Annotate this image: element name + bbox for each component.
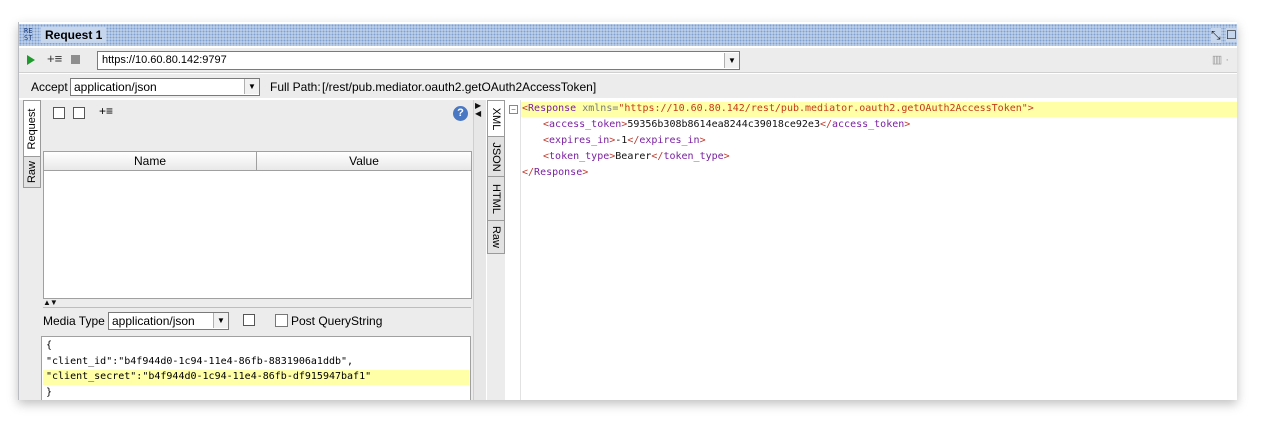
full-path-value: [/rest/pub.mediator.oauth2.getOAuth2Acce… [322,80,597,94]
media-type-value: application/json [112,314,195,328]
post-querystring-label: Post QueryString [291,314,383,328]
help-icon[interactable]: ? [453,106,468,121]
xml-root-close: </Response> [522,167,589,178]
expand-arrows-icon[interactable]: ▶ ◀ [475,102,481,118]
accept-label: Accept [31,80,68,94]
collapse-node-icon[interactable]: − [509,105,518,114]
params-toolbar: +≡ [47,104,471,124]
xml-root-open: <Response xmlns="https://10.60.80.142/re… [522,103,1034,114]
body-line: } [46,387,53,398]
stop-icon[interactable] [71,55,80,64]
title-bar[interactable]: RE ST Request 1 ⤡ ☐ [19,24,1237,46]
body-line: "client_secret":"b4f944d0-1c94-11e4-86fb… [46,371,372,382]
column-header-value[interactable]: Value [257,152,471,171]
body-line: { [46,340,53,351]
media-type-label: Media Type [43,314,105,328]
rest-icon: RE ST [24,27,33,42]
maximize-icon[interactable]: ☐ [1226,28,1237,42]
tab-raw-response[interactable]: Raw [487,220,505,254]
accept-bar: Accept application/json ▼ Full Path: [/r… [19,74,1237,98]
endpoint-url-value: https://10.60.80.142:9797 [102,54,227,66]
chevron-down-icon[interactable]: ▼ [244,79,259,94]
response-xml-view[interactable]: − <Response xmlns="https://10.60.80.142/… [507,100,1237,400]
request-panel: Request Raw +≡ ? Name Value ▲▼ Media Typ… [19,100,473,400]
xml-field-line: <token_type>Bearer</token_type> [543,151,730,162]
tab-json[interactable]: JSON [487,136,505,178]
options-icon[interactable]: ▥ · [1212,53,1229,66]
column-header-name[interactable]: Name [44,152,257,171]
request-window: RE ST Request 1 ⤡ ☐ +≡ https://10.60.80.… [18,22,1237,400]
xml-field-line: <access_token>59356b308b8614ea8244c39018… [543,119,911,130]
post-querystring-checkbox[interactable] [275,314,288,327]
request-toolbar: +≡ https://10.60.80.142:9797 ▼ ▥ · [19,48,1237,73]
endpoint-url-combo[interactable]: https://10.60.80.142:9797 ▼ [97,51,740,70]
collapse-arrows-icon[interactable]: ▲▼ [43,298,58,307]
params-table[interactable]: Name Value [43,151,472,299]
full-path-label: Full Path: [270,80,321,94]
chevron-down-icon[interactable]: ▼ [724,53,739,68]
body-line: "client_id":"b4f944d0-1c94-11e4-86fb-883… [46,356,354,367]
xml-field-line: <expires_in>-1</expires_in> [543,135,706,146]
minimize-icon[interactable]: ⤡ [1211,28,1221,43]
window-title: Request 1 [41,27,107,43]
chevron-down-icon[interactable]: ▼ [213,313,228,328]
add-param-icon[interactable] [53,107,65,119]
submit-request-icon[interactable] [27,55,35,65]
tab-xml[interactable]: XML [487,100,505,138]
param-list-icon[interactable]: +≡ [99,104,113,118]
media-type-row: Media Type application/json ▼ Post Query… [43,310,471,332]
request-side-tabs: Request Raw [23,100,41,400]
panel-splitter[interactable] [43,307,471,308]
add-request-icon[interactable]: +≡ [47,51,62,66]
tab-html[interactable]: HTML [487,176,505,222]
response-side-tabs: XML JSON HTML Raw [487,100,505,400]
accept-select[interactable]: application/json ▼ [70,78,260,96]
fold-gutter: − [507,100,521,400]
tab-raw[interactable]: Raw [23,156,41,188]
accept-value: application/json [74,80,157,94]
remove-param-icon[interactable] [73,107,85,119]
edit-body-icon[interactable] [243,314,255,326]
panel-divider[interactable] [473,100,486,400]
media-type-select[interactable]: application/json ▼ [108,312,229,330]
request-body-editor[interactable]: { "client_id":"b4f944d0-1c94-11e4-86fb-8… [41,336,471,400]
tab-request[interactable]: Request [23,100,41,158]
